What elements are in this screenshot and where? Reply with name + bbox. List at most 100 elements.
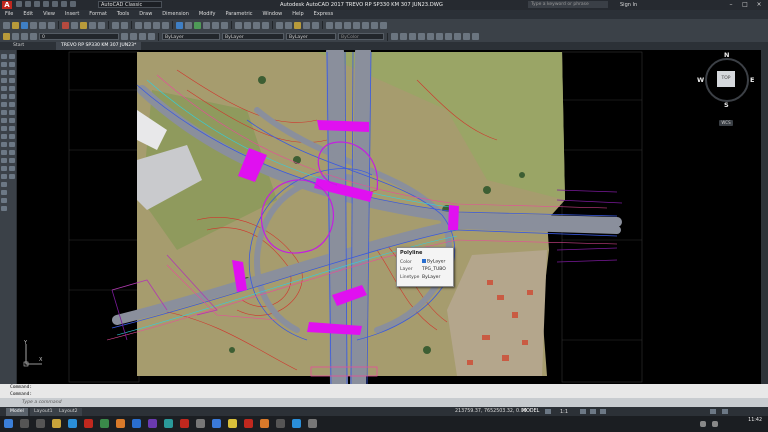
multileader-style-icon[interactable] — [262, 21, 269, 29]
mirror-icon[interactable] — [9, 70, 15, 75]
stretch-icon[interactable] — [9, 118, 15, 123]
polar-toggle-icon[interactable] — [600, 409, 606, 414]
text-style-icon[interactable] — [235, 21, 242, 29]
join-icon[interactable] — [9, 150, 15, 155]
properties-icon[interactable] — [176, 21, 183, 29]
quickcalc-icon[interactable] — [221, 21, 228, 29]
plot-icon[interactable] — [52, 1, 58, 7]
rectangle-icon[interactable] — [1, 86, 7, 91]
tab-layout1[interactable]: Layout1 — [30, 408, 57, 416]
app11-taskbar-icon[interactable] — [308, 419, 317, 428]
offset-icon[interactable] — [9, 78, 15, 83]
osnap-midpoint-icon[interactable] — [400, 33, 407, 40]
rotate-icon[interactable] — [9, 102, 15, 107]
menu-edit[interactable]: Edit — [18, 10, 38, 19]
make-object-layer-current-icon[interactable] — [121, 33, 128, 40]
osnap-endpoint-icon[interactable] — [391, 33, 398, 40]
layer-properties-icon[interactable] — [3, 33, 10, 40]
tab-layout2[interactable]: Layout2 — [55, 408, 82, 416]
menu-view[interactable]: View — [38, 10, 60, 19]
ortho-toggle-icon[interactable] — [590, 409, 596, 414]
polygon-icon[interactable] — [1, 78, 7, 83]
tab-start[interactable]: Start — [8, 42, 29, 50]
app8-taskbar-icon[interactable] — [260, 419, 269, 428]
viewcube[interactable]: TOP N S W E — [697, 51, 754, 109]
gradient-icon[interactable] — [1, 174, 7, 179]
app7-taskbar-icon[interactable] — [244, 419, 253, 428]
wcs-menu[interactable]: WCS — [719, 120, 733, 126]
explode-icon[interactable] — [9, 174, 15, 179]
layer-unisolate-icon[interactable] — [148, 33, 155, 40]
menu-insert[interactable]: Insert — [60, 10, 84, 19]
match-properties-icon[interactable] — [89, 21, 96, 29]
annotation-scale[interactable]: 1:1 — [560, 408, 568, 416]
close-icon[interactable]: × — [752, 0, 766, 9]
break-icon[interactable] — [9, 142, 15, 147]
tab-model[interactable]: Model — [6, 408, 28, 416]
fillet-icon[interactable] — [9, 166, 15, 171]
text-draw-icon[interactable] — [380, 21, 387, 29]
save-as-icon[interactable] — [43, 1, 49, 7]
make-block-icon[interactable] — [1, 150, 7, 155]
layer-manager-icon[interactable] — [294, 21, 301, 29]
spline-icon[interactable] — [1, 118, 7, 123]
arc-draw-icon[interactable] — [353, 21, 360, 29]
tool-palettes-icon[interactable] — [194, 21, 201, 29]
menu-help[interactable]: Help — [287, 10, 308, 19]
trim-icon[interactable] — [9, 126, 15, 131]
table-style-icon[interactable] — [253, 21, 260, 29]
array-icon[interactable] — [9, 86, 15, 91]
sun-icon[interactable] — [21, 33, 28, 40]
volume-tray-icon[interactable] — [712, 421, 718, 427]
menu-modify[interactable]: Modify — [194, 10, 221, 19]
osnap-tangent-icon[interactable] — [436, 33, 443, 40]
redo-icon[interactable] — [70, 1, 76, 7]
osnap-quadrant-icon[interactable] — [427, 33, 434, 40]
block-editor-icon[interactable] — [98, 21, 105, 29]
search-input[interactable]: Type a keyword or phrase — [528, 1, 608, 8]
menu-express[interactable]: Express — [309, 10, 339, 19]
edge-browser-icon[interactable] — [68, 419, 77, 428]
layer-state-icon[interactable] — [285, 21, 292, 29]
line-icon[interactable] — [1, 54, 7, 59]
point-icon[interactable] — [1, 158, 7, 163]
drawing-canvas[interactable] — [17, 50, 768, 384]
add-selected-icon[interactable] — [1, 206, 7, 211]
app5-taskbar-icon[interactable] — [212, 419, 221, 428]
tab-drawing-file[interactable]: TREVO RP SP330 KM 307 JUN23* — [56, 42, 142, 50]
sheet-set-icon[interactable] — [203, 21, 210, 29]
lock-icon[interactable] — [30, 33, 37, 40]
osnap-settings-icon[interactable] — [472, 33, 479, 40]
menu-tools[interactable]: Tools — [112, 10, 134, 19]
compass-east[interactable]: E — [750, 76, 754, 84]
revision-cloud-icon[interactable] — [1, 110, 7, 115]
osnap-perpendicular-icon[interactable] — [445, 33, 452, 40]
file-explorer-icon[interactable] — [52, 419, 61, 428]
circle-draw-icon[interactable] — [344, 21, 351, 29]
workspace-gear-icon[interactable] — [710, 409, 716, 414]
linetype-dropdown[interactable]: ByLayer — [222, 33, 284, 40]
app6-taskbar-icon[interactable] — [228, 419, 237, 428]
layer-dropdown[interactable]: 0 — [39, 33, 119, 40]
cut-icon[interactable] — [62, 21, 69, 29]
command-input[interactable]: Type a command — [0, 398, 768, 407]
polyline-draw-icon[interactable] — [335, 21, 342, 29]
compass-north[interactable]: N — [724, 51, 729, 59]
plotstyle-dropdown[interactable]: ByColor — [338, 33, 384, 40]
rectangle-draw-icon[interactable] — [362, 21, 369, 29]
hatch-icon[interactable] — [371, 21, 378, 29]
arc-icon[interactable] — [1, 94, 7, 99]
insert-block-icon[interactable] — [1, 142, 7, 147]
maximize-icon[interactable]: □ — [738, 0, 752, 9]
app2-taskbar-icon[interactable] — [148, 419, 157, 428]
open-icon[interactable] — [25, 1, 31, 7]
cursor-coordinates[interactable]: 213759.37, 7652503.32, 0.00 — [455, 408, 527, 416]
zoom-previous-icon[interactable] — [162, 21, 169, 29]
publish-icon[interactable] — [48, 21, 55, 29]
menu-parametric[interactable]: Parametric — [220, 10, 257, 19]
layer-isolate-icon[interactable] — [139, 33, 146, 40]
workspace-icon[interactable] — [276, 21, 283, 29]
hatch-left-icon[interactable] — [1, 166, 7, 171]
scale-icon[interactable] — [9, 110, 15, 115]
construction-line-icon[interactable] — [1, 62, 7, 67]
